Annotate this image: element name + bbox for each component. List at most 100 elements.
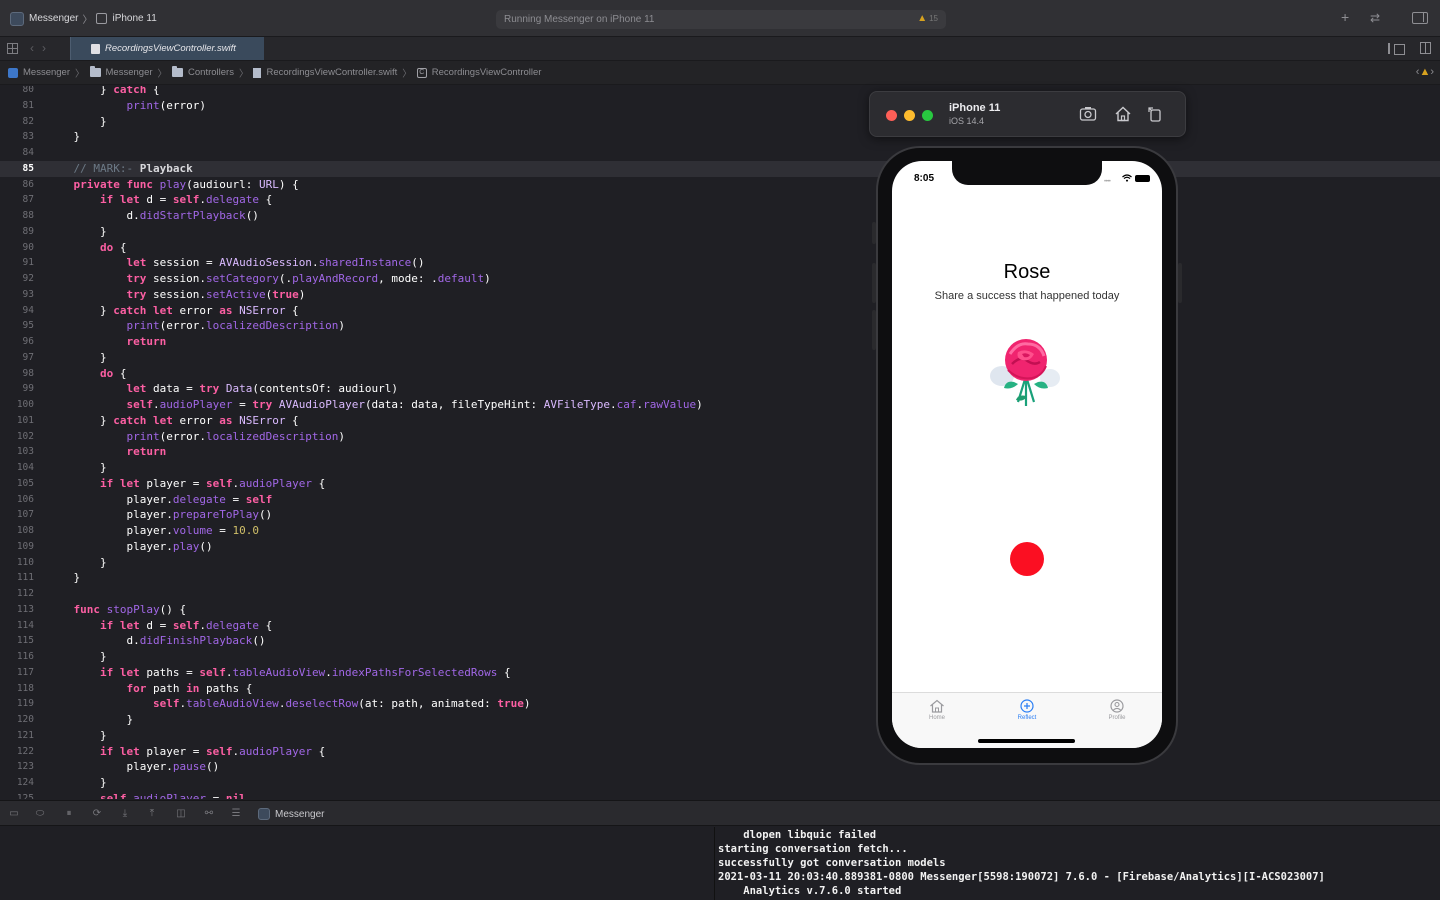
line-number: 117 xyxy=(16,666,34,678)
screenshot-icon[interactable] xyxy=(1079,105,1097,123)
console-output[interactable]: dlopen libquic failed starting conversat… xyxy=(715,827,1440,900)
scheme-name: Messenger xyxy=(29,13,79,24)
zoom-window-button[interactable] xyxy=(922,110,933,121)
app-icon xyxy=(10,11,24,26)
code-line: 111 } xyxy=(0,570,1440,586)
jumpbar-controllers[interactable]: Controllers xyxy=(172,66,234,78)
simulator-device-name: iPhone 11 xyxy=(949,102,1001,114)
tab-home[interactable]: Home xyxy=(907,699,967,721)
split-editor-icon[interactable] xyxy=(1420,42,1431,54)
device-icon xyxy=(96,13,108,24)
jumpbar-class[interactable]: C RecordingsViewController xyxy=(416,67,541,78)
line-number: 111 xyxy=(16,572,34,584)
home-indicator xyxy=(978,739,1075,743)
tab-recordings-view-controller[interactable]: RecordingsViewController.swift xyxy=(70,37,264,60)
code-line: 107 player.prepareToPlay() xyxy=(0,507,1440,523)
code-line: 104 } xyxy=(0,460,1440,476)
editor-tab-bar: ‹› RecordingsViewController.swift xyxy=(0,37,1440,61)
warning-indicator[interactable]: ▲ 15 xyxy=(917,13,938,24)
line-number: 83 xyxy=(22,131,34,143)
hide-debug-area-icon[interactable]: ▭ xyxy=(8,808,20,820)
jumpbar-group[interactable]: Messenger xyxy=(89,66,153,78)
simulator-os-version: iOS 14.4 xyxy=(949,116,985,126)
warning-icon: ▲ xyxy=(1419,66,1431,78)
code-line: 100 self.audioPlayer = try AVAudioPlayer… xyxy=(0,397,1440,413)
warning-count: 15 xyxy=(929,14,938,23)
code-line: 84 xyxy=(0,145,1440,161)
jumpbar-project[interactable]: Messenger xyxy=(8,67,70,78)
line-number: 113 xyxy=(16,603,34,615)
code-line: 102 print(error.localizedDescription) xyxy=(0,429,1440,445)
nav-back-forward[interactable]: ‹› xyxy=(30,41,54,55)
jumpbar-file[interactable]: RecordingsViewController.swift xyxy=(253,67,397,78)
line-number: 106 xyxy=(16,493,34,505)
debug-target[interactable]: Messenger xyxy=(258,808,324,820)
code-line: 89 } xyxy=(0,224,1440,240)
code-line: 81 print(error) xyxy=(0,98,1440,114)
status-text: Running Messenger on iPhone 11 xyxy=(504,14,655,25)
line-number: 84 xyxy=(22,147,34,158)
home-icon[interactable] xyxy=(1114,105,1132,123)
code-line: 108 player.volume = 10.0 xyxy=(0,523,1440,539)
line-number: 93 xyxy=(22,288,34,300)
tab-reflect[interactable]: Reflect xyxy=(997,699,1057,721)
line-number: 91 xyxy=(22,257,34,269)
line-number: 122 xyxy=(16,745,34,757)
inspector-toggle-icon[interactable] xyxy=(1412,12,1428,24)
line-number: 89 xyxy=(22,225,34,237)
view-hierarchy-icon[interactable]: ◫ xyxy=(175,808,187,820)
record-button[interactable] xyxy=(1010,542,1044,576)
code-line: 101 } catch let error as NSError { xyxy=(0,413,1440,429)
memory-graph-icon[interactable]: ⚯ xyxy=(203,808,215,820)
code-line: 124 } xyxy=(0,775,1440,791)
step-out-icon[interactable]: ⤒ xyxy=(146,808,158,820)
jumpbar-label: Messenger xyxy=(105,67,153,78)
plus-circle-icon xyxy=(1020,699,1034,713)
code-line: 95 print(error.localizedDescription) xyxy=(0,318,1440,334)
swap-arrows-icon[interactable]: ⇄ xyxy=(1370,11,1380,25)
code-line: 115 d.didFinishPlayback() xyxy=(0,633,1440,649)
simulator-screen[interactable]: 8:05 •••• Rose Share a success that happ… xyxy=(892,161,1162,748)
minimize-window-button[interactable] xyxy=(904,110,915,121)
step-in-icon[interactable]: ⤓ xyxy=(119,808,131,820)
chevron-right-icon: 〉 xyxy=(157,68,168,80)
code-line-current: 85 // MARK:- Playback xyxy=(0,160,1440,177)
jump-bar: Messenger 〉 Messenger 〉 Controllers 〉 Re… xyxy=(0,61,1440,85)
code-line: 122 if let player = self.audioPlayer { xyxy=(0,744,1440,760)
pause-icon[interactable]: ⏸ xyxy=(63,808,75,820)
source-editor[interactable]: 80 } catch { 81 print(error) 82 } 83 } 8… xyxy=(0,86,1440,799)
issue-navigator-arrows[interactable]: ‹▲› xyxy=(1416,66,1434,78)
battery-icon xyxy=(1135,175,1150,182)
status-bar-time: 8:05 xyxy=(914,173,935,184)
line-number: 97 xyxy=(22,351,34,363)
debug-target-name: Messenger xyxy=(275,808,325,820)
step-over-icon[interactable]: ⟳ xyxy=(91,808,103,820)
scheme-selector[interactable]: Messenger 〉 iPhone 11 xyxy=(10,11,157,26)
line-number: 123 xyxy=(16,761,34,773)
add-icon[interactable]: + xyxy=(1341,9,1349,25)
grid-icon[interactable] xyxy=(7,43,18,54)
line-number: 109 xyxy=(16,540,34,552)
tab-profile[interactable]: Profile xyxy=(1087,699,1147,721)
code-line: 96 return xyxy=(0,334,1440,350)
line-number: 116 xyxy=(16,651,34,662)
variables-view[interactable] xyxy=(0,827,714,900)
editor-options-icon[interactable] xyxy=(1388,43,1405,55)
code-line: 117 if let paths = self.tableAudioView.i… xyxy=(0,665,1440,681)
code-line: 105 if let player = self.audioPlayer { xyxy=(0,476,1440,492)
console-line: starting conversation fetch... xyxy=(718,843,908,855)
line-number: 100 xyxy=(16,399,34,410)
breakpoints-toggle-icon[interactable]: ⬭ xyxy=(34,808,46,820)
jumpbar-label: RecordingsViewController.swift xyxy=(266,67,398,78)
line-number: 81 xyxy=(22,99,34,111)
environment-overrides-icon[interactable]: ☰ xyxy=(230,808,242,820)
code-line: 99 let data = try Data(contentsOf: audio… xyxy=(0,381,1440,397)
app-tab-bar: Home Reflect Profile xyxy=(892,692,1162,748)
code-line: 92 try session.setCategory(.playAndRecor… xyxy=(0,271,1440,287)
rotate-icon[interactable] xyxy=(1146,105,1164,123)
line-number: 105 xyxy=(16,477,34,489)
code-line: 93 try session.setActive(true) xyxy=(0,287,1440,303)
line-number: 95 xyxy=(22,320,34,332)
line-number: 102 xyxy=(16,430,34,442)
close-window-button[interactable] xyxy=(886,110,897,121)
